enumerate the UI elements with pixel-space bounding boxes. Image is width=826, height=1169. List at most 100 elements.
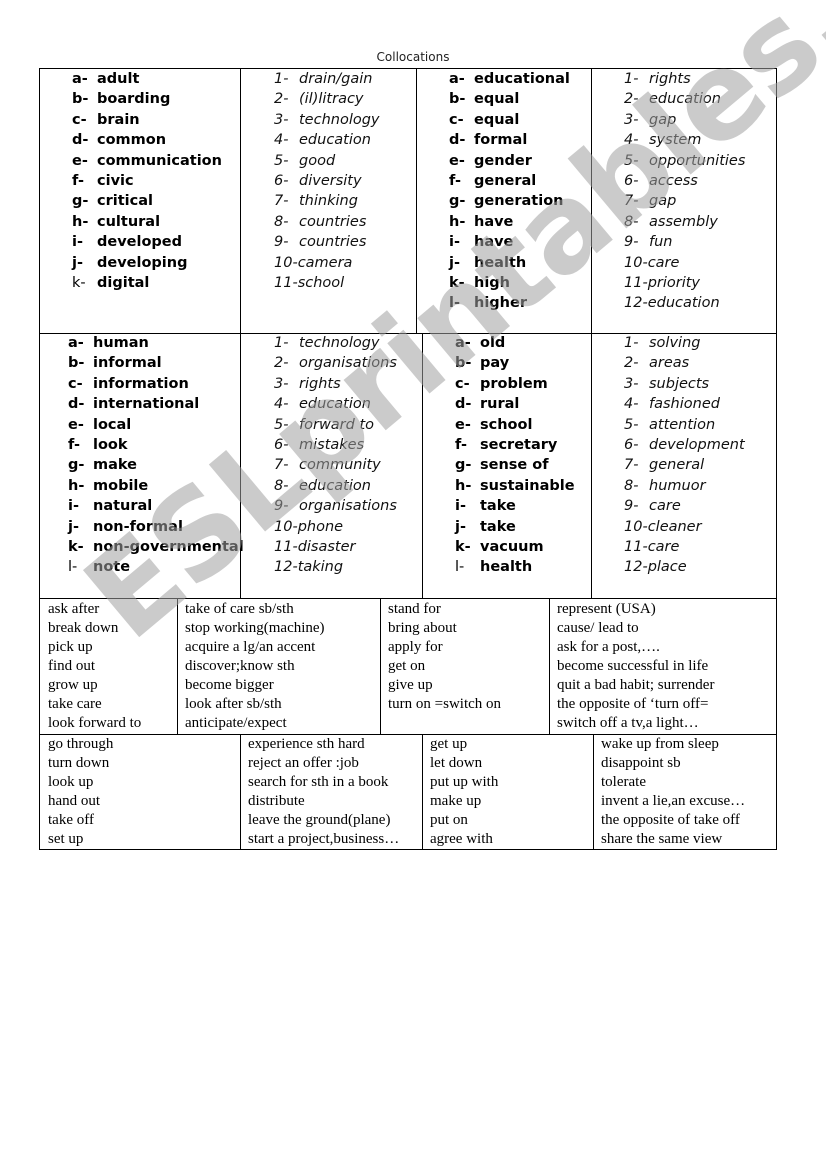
item-marker: 9- (274, 234, 289, 251)
item-marker: 10- (624, 254, 648, 271)
adjective-list-3: a-human b-informal c-information d-internat… (68, 333, 244, 578)
item-marker: 10- (274, 254, 298, 271)
item-word: non-governmental (93, 538, 244, 555)
item-word: general (649, 457, 705, 474)
item-marker: d- (455, 396, 472, 413)
item-word: school (297, 274, 345, 291)
item-word: diversity (299, 172, 362, 189)
item-word: take (480, 498, 516, 515)
noun-item: 9- countries (274, 232, 380, 252)
item-word: problem (480, 375, 548, 392)
item-word: technology (299, 335, 380, 351)
item-marker: 3- (274, 375, 289, 392)
item-word: sustainable (480, 477, 575, 494)
item-marker: l- (68, 559, 78, 576)
meaning: search for sth in a book (248, 774, 389, 790)
item-word: access (649, 172, 698, 189)
item-word: place (647, 559, 687, 576)
phrasal-verb: make up (430, 793, 482, 809)
noun-item: 6- development (624, 435, 745, 455)
item-marker: g- (449, 193, 466, 210)
item-marker: f- (455, 436, 468, 453)
item-word: non-formal (93, 518, 183, 535)
phrasal-verb-list: go through turn down look up hand out take o… (48, 735, 113, 849)
item-word: mobile (93, 477, 149, 494)
item-marker: 4- (274, 132, 289, 149)
item-marker: 8- (274, 213, 289, 230)
item-marker: 8- (624, 477, 639, 494)
item-word: development (649, 436, 745, 453)
phrasal-verb: take care (48, 696, 102, 712)
item-marker: a- (449, 71, 465, 87)
item-marker: 2- (274, 91, 289, 108)
adjective-list-2: a-educational b-equal c-equal d-formal e-gen… (449, 69, 570, 314)
phrasal-verbs-table-2: go through turn down look up hand out take o… (39, 734, 777, 850)
item-word: note (93, 559, 131, 576)
item-word: (il)litracy (299, 91, 364, 108)
noun-item: 8- humuor (624, 476, 745, 496)
item-word: equal (474, 91, 520, 108)
item-marker: 6- (274, 436, 289, 453)
item-word: secretary (480, 436, 558, 453)
adjective-list-4: a-old b-pay c-problem d-rural e-school f-secr… (455, 333, 575, 578)
meaning: reject an offer :job (248, 755, 359, 771)
adjective-item: i-developed (72, 232, 222, 252)
item-marker: c- (68, 375, 83, 392)
phrasal-verb: ask after (48, 601, 100, 617)
item-marker: 1- (274, 335, 289, 351)
adjective-item: h-mobile (68, 476, 244, 496)
item-marker: 11- (624, 538, 648, 555)
noun-item: 10-care (624, 253, 745, 273)
adjective-item: a-educational (449, 69, 570, 89)
item-word: good (299, 152, 336, 169)
adjective-item: k-non-governmental (68, 537, 244, 557)
item-word: information (93, 375, 189, 392)
meaning: become bigger (185, 677, 274, 693)
item-word: digital (97, 274, 150, 291)
adjective-list-1: a-adult b-boarding c-brain d-common e-commun… (72, 69, 222, 293)
noun-item: 2- areas (624, 353, 745, 373)
meaning: the opposite of take off (601, 812, 740, 828)
meaning: ask for a post,…. (557, 639, 660, 655)
item-word: brain (97, 111, 140, 128)
item-marker: 10- (274, 518, 298, 535)
phrasal-verb-list: stand for bring about apply for get on give … (388, 600, 501, 714)
item-marker: e- (449, 152, 465, 169)
noun-item: 2- education (624, 89, 745, 109)
phrasal-verb: let down (430, 755, 483, 771)
meaning: invent a lie,an excuse… (601, 793, 746, 809)
noun-list-3: 1- technology 2- organisations 3- rights 4- edu… (274, 333, 397, 578)
item-word: natural (93, 498, 153, 515)
adjective-item: h-cultural (72, 212, 222, 232)
item-marker: a- (455, 335, 471, 351)
item-marker: 5- (274, 416, 289, 433)
item-marker: 7- (624, 193, 639, 210)
item-word: areas (649, 355, 690, 372)
noun-item: 8- countries (274, 212, 380, 232)
phrasal-verb: put on (430, 812, 468, 828)
meaning: discover;know sth (185, 658, 295, 674)
noun-item: 11-priority (624, 273, 745, 293)
item-marker: c- (455, 375, 470, 392)
item-marker: 1- (624, 71, 639, 87)
phrasal-verb: get up (430, 736, 468, 752)
phrasal-verb: set up (48, 831, 84, 847)
noun-item: 10-cleaner (624, 517, 745, 537)
item-word: international (93, 396, 200, 413)
item-word: pay (480, 355, 510, 372)
meaning: start a project,business… (248, 831, 400, 847)
adjective-item: d-international (68, 394, 244, 414)
meaning: represent (USA) (557, 601, 656, 617)
noun-item: 2- (il)litracy (274, 89, 380, 109)
noun-item: 4- education (274, 394, 397, 414)
adjective-item: l-note (68, 557, 244, 577)
meaning: cause/ lead to (557, 620, 639, 636)
item-marker: 8- (624, 213, 639, 230)
item-word: communication (97, 152, 222, 169)
item-word: education (299, 477, 371, 494)
item-word: generation (474, 193, 564, 210)
item-word: health (474, 254, 527, 271)
phrasal-verb: turn down (48, 755, 110, 771)
adjective-item: k-digital (72, 273, 222, 293)
item-word: adult (97, 71, 140, 87)
